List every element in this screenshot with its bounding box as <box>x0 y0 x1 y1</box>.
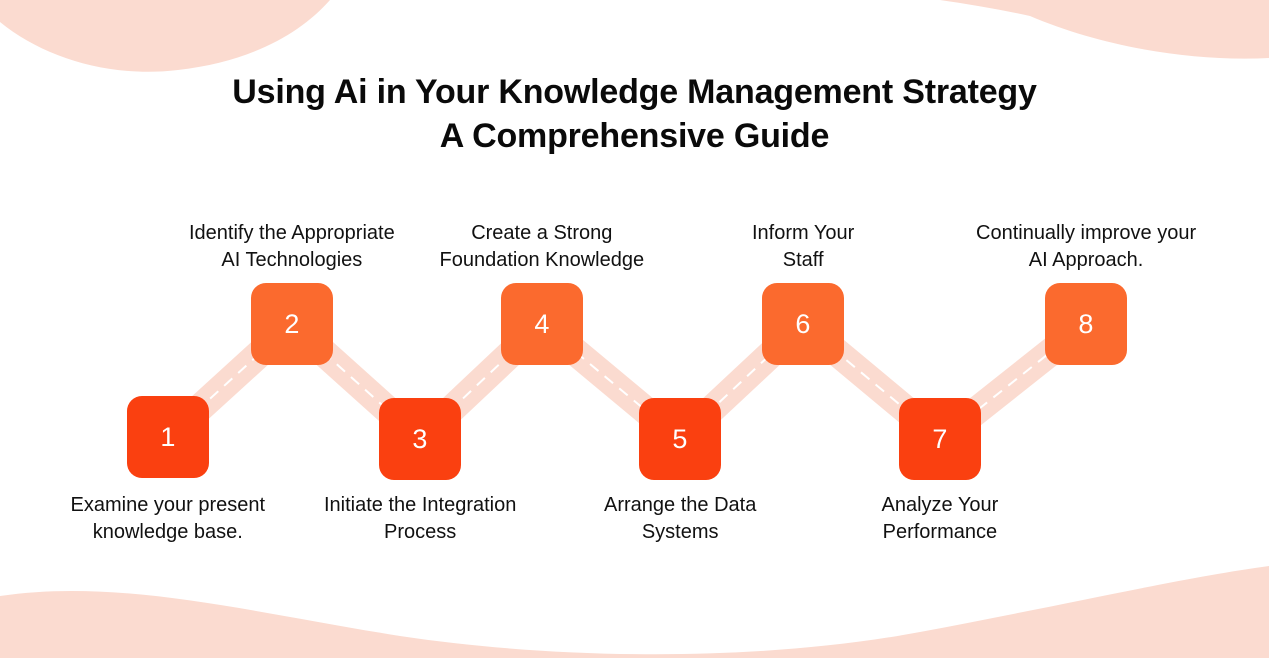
step-label-8-line-1: Continually improve your <box>976 222 1197 244</box>
step-box-8[interactable]: 8 <box>1045 283 1127 365</box>
step-box-6[interactable]: 6 <box>762 283 844 365</box>
step-label-6: Inform Your Staff <box>752 220 854 274</box>
step-label-7: Analyze Your Performance <box>882 492 999 546</box>
step-number-4: 4 <box>534 308 550 339</box>
step-label-2-line-1: Identify the Appropriate <box>189 222 395 244</box>
step-box-3[interactable]: 3 <box>379 398 461 480</box>
step-label-2-line-2: AI Technologies <box>221 249 363 271</box>
step-number-8: 8 <box>1078 308 1094 339</box>
step-label-5-line-1: Arrange the Data <box>604 494 757 516</box>
infographic-canvas: Using Ai in Your Knowledge Management St… <box>0 0 1269 658</box>
step-label-4: Create a Strong Foundation Knowledge <box>440 220 645 274</box>
step-label-5: Arrange the Data Systems <box>604 492 756 546</box>
step-label-4-line-1: Create a Strong <box>471 222 613 244</box>
step-label-2: Identify the Appropriate AI Technologies <box>189 220 395 274</box>
step-number-6: 6 <box>795 308 811 339</box>
step-number-2: 2 <box>284 308 300 339</box>
step-box-7[interactable]: 7 <box>899 398 981 480</box>
step-label-7-line-2: Performance <box>882 521 998 543</box>
step-label-4-line-2: Foundation Knowledge <box>439 249 645 271</box>
step-number-1: 1 <box>160 421 176 452</box>
step-label-5-line-2: Systems <box>641 521 719 543</box>
step-label-6-line-1: Inform Your <box>752 222 855 244</box>
step-box-2[interactable]: 2 <box>251 283 333 365</box>
steps-container: 1 Examine your present knowledge base. 2 Ide… <box>0 0 1269 658</box>
step-label-1: Examine your present knowledge base. <box>71 492 266 546</box>
step-label-3: Initiate the Integration Process <box>324 492 516 546</box>
step-number-3: 3 <box>412 423 428 454</box>
step-label-3-line-1: Initiate the Integration <box>324 494 517 516</box>
step-label-1-line-1: Examine your present <box>70 494 266 516</box>
step-label-8: Continually improve your AI Approach. <box>976 220 1196 274</box>
step-number-7: 7 <box>932 423 948 454</box>
step-box-4[interactable]: 4 <box>501 283 583 365</box>
step-number-5: 5 <box>672 423 688 454</box>
step-label-6-line-2: Staff <box>782 249 824 271</box>
step-label-8-line-2: AI Approach. <box>1028 249 1144 271</box>
step-label-1-line-2: knowledge base. <box>92 521 243 543</box>
step-label-7-line-1: Analyze Your <box>881 494 999 516</box>
step-box-5[interactable]: 5 <box>639 398 721 480</box>
step-box-1[interactable]: 1 <box>127 396 209 478</box>
step-label-3-line-2: Process <box>384 521 457 543</box>
